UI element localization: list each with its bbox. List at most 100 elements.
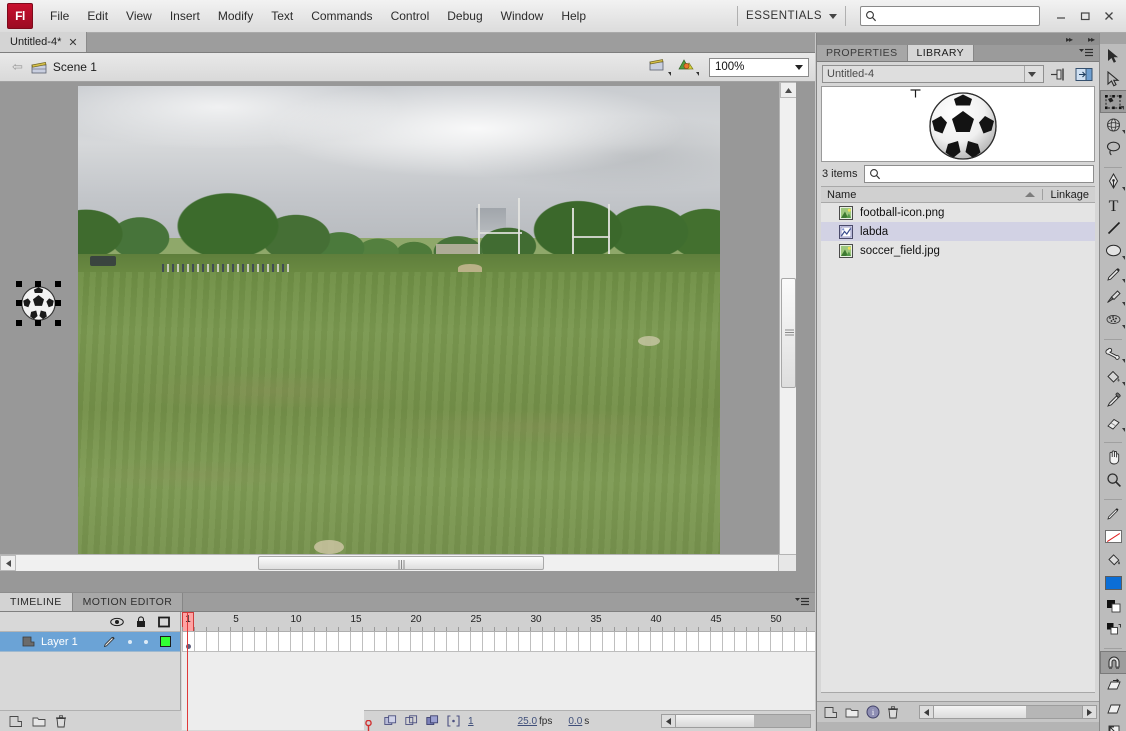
tool-submenu-icon[interactable] bbox=[1122, 279, 1125, 283]
library-item-list[interactable]: football-icon.png labda soccer_field.jpg bbox=[821, 203, 1095, 693]
delete-icon[interactable] bbox=[887, 705, 899, 719]
fill-color-picker[interactable] bbox=[1100, 548, 1126, 571]
transform-handle[interactable] bbox=[55, 300, 61, 306]
playhead-knob-icon[interactable] bbox=[364, 720, 373, 731]
outline-square-icon[interactable] bbox=[158, 616, 170, 628]
edit-multiple-frames-icon[interactable] bbox=[426, 715, 439, 727]
pencil-edit-icon[interactable] bbox=[103, 636, 116, 648]
delete-layer-icon[interactable] bbox=[55, 714, 67, 728]
library-horizontal-scrollbar[interactable] bbox=[919, 705, 1097, 719]
lasso-tool[interactable] bbox=[1100, 136, 1126, 159]
close-icon[interactable]: ✕ bbox=[68, 36, 77, 49]
free-transform-tool[interactable] bbox=[1100, 90, 1126, 113]
text-tool[interactable]: T bbox=[1100, 193, 1126, 216]
distort-option[interactable] bbox=[1100, 720, 1126, 731]
help-search-field[interactable] bbox=[860, 6, 1040, 26]
frames-grid-row[interactable] bbox=[182, 632, 815, 652]
stage-work-area[interactable] bbox=[0, 82, 796, 571]
transform-handle[interactable] bbox=[16, 281, 22, 287]
transform-handle[interactable] bbox=[55, 281, 61, 287]
library-scroll-track[interactable] bbox=[934, 705, 1082, 719]
current-frame-indicator[interactable]: 1 bbox=[468, 716, 474, 727]
tool-submenu-icon[interactable] bbox=[1121, 106, 1124, 110]
tool-submenu-icon[interactable] bbox=[1122, 359, 1125, 363]
zoom-tool[interactable] bbox=[1100, 468, 1126, 491]
library-item-row[interactable]: football-icon.png bbox=[821, 203, 1095, 222]
menu-insert[interactable]: Insert bbox=[161, 5, 209, 27]
menu-modify[interactable]: Modify bbox=[209, 5, 262, 27]
search-input[interactable] bbox=[880, 10, 1035, 22]
transform-handle[interactable] bbox=[55, 320, 61, 326]
tool-submenu-icon[interactable] bbox=[1122, 187, 1125, 191]
library-scroll-left-button[interactable] bbox=[919, 705, 934, 719]
layer-outline-color-swatch[interactable] bbox=[160, 636, 171, 647]
column-header-linkage[interactable]: Linkage bbox=[1050, 189, 1089, 201]
timeline-panel-menu[interactable] bbox=[795, 593, 815, 611]
timeline-horizontal-scrollbar[interactable] bbox=[661, 714, 811, 728]
transform-handle[interactable] bbox=[16, 320, 22, 326]
library-search-field[interactable] bbox=[864, 165, 1094, 183]
workspace-switcher[interactable]: ESSENTIALS bbox=[746, 10, 837, 22]
fill-color-swatch[interactable] bbox=[1100, 571, 1126, 594]
tab-library[interactable]: LIBRARY bbox=[907, 45, 975, 61]
collapse-panels-icon[interactable]: ▸▸ bbox=[1066, 35, 1073, 44]
library-item-row[interactable]: soccer_field.jpg bbox=[821, 241, 1095, 260]
selected-soccer-ball-instance[interactable] bbox=[16, 281, 61, 326]
stage-horizontal-scrollbar[interactable] bbox=[0, 554, 796, 571]
menu-help[interactable]: Help bbox=[552, 5, 595, 27]
new-library-panel-button[interactable] bbox=[1074, 65, 1094, 83]
pencil-tool[interactable] bbox=[1100, 262, 1126, 285]
scroll-thumb-vertical[interactable] bbox=[781, 278, 796, 388]
menu-window[interactable]: Window bbox=[492, 5, 553, 27]
pen-tool[interactable] bbox=[1100, 170, 1126, 193]
line-tool[interactable] bbox=[1100, 216, 1126, 239]
stage-vertical-scrollbar[interactable] bbox=[779, 82, 796, 571]
document-tab-untitled-4[interactable]: Untitled-4* ✕ bbox=[0, 32, 87, 52]
eye-icon[interactable] bbox=[110, 617, 124, 627]
column-header-name[interactable]: Name bbox=[827, 189, 856, 201]
menu-commands[interactable]: Commands bbox=[302, 5, 381, 27]
menu-edit[interactable]: Edit bbox=[78, 5, 117, 27]
scroll-thumb-horizontal[interactable] bbox=[258, 556, 544, 570]
pin-library-button[interactable] bbox=[1049, 65, 1069, 83]
scene-breadcrumb[interactable]: Scene 1 bbox=[31, 60, 97, 74]
scale-option[interactable] bbox=[1100, 674, 1126, 697]
hand-tool[interactable] bbox=[1100, 445, 1126, 468]
library-document-select[interactable]: Untitled-4 bbox=[822, 65, 1044, 83]
transform-handle[interactable] bbox=[35, 281, 41, 287]
layer-visibility-dot[interactable] bbox=[128, 639, 132, 644]
library-panel-menu[interactable] bbox=[1079, 45, 1099, 61]
transform-handle[interactable] bbox=[16, 300, 22, 306]
close-button[interactable] bbox=[1098, 6, 1120, 26]
eyedropper-tool[interactable] bbox=[1100, 388, 1126, 411]
transform-handle[interactable] bbox=[35, 320, 41, 326]
tab-motion-editor[interactable]: MOTION EDITOR bbox=[72, 593, 184, 611]
swap-colors-button[interactable] bbox=[1100, 617, 1126, 640]
maximize-button[interactable] bbox=[1074, 6, 1096, 26]
menu-debug[interactable]: Debug bbox=[438, 5, 491, 27]
zoom-level-select[interactable]: 100% bbox=[709, 57, 809, 77]
tool-submenu-icon[interactable] bbox=[1122, 130, 1125, 134]
bone-tool[interactable] bbox=[1100, 342, 1126, 365]
menu-control[interactable]: Control bbox=[382, 5, 439, 27]
lock-icon[interactable] bbox=[136, 615, 146, 628]
tool-submenu-icon[interactable] bbox=[1122, 325, 1125, 329]
edit-scene-button[interactable] bbox=[649, 57, 671, 77]
tool-submenu-icon[interactable] bbox=[1122, 256, 1125, 260]
3d-rotation-tool[interactable] bbox=[1100, 113, 1126, 136]
tool-submenu-icon[interactable] bbox=[1122, 382, 1125, 386]
library-scroll-right-button[interactable] bbox=[1082, 705, 1097, 719]
onion-skin-icon[interactable] bbox=[384, 715, 397, 727]
menu-text[interactable]: Text bbox=[262, 5, 302, 27]
timeline-layer-row[interactable]: Layer 1 bbox=[0, 632, 180, 652]
scroll-up-button[interactable] bbox=[780, 82, 796, 98]
chevron-down-icon[interactable] bbox=[1024, 66, 1039, 82]
modify-onion-markers-icon[interactable] bbox=[447, 715, 460, 727]
timeline-scroll-thumb[interactable] bbox=[676, 715, 754, 727]
tab-properties[interactable]: PROPERTIES bbox=[817, 45, 908, 61]
scroll-left-button[interactable] bbox=[0, 555, 16, 571]
eraser-tool[interactable] bbox=[1100, 411, 1126, 434]
new-folder-icon[interactable] bbox=[845, 706, 859, 718]
frame-rate-value[interactable]: 25.0 bbox=[518, 716, 537, 727]
layer-lock-dot[interactable] bbox=[144, 639, 148, 644]
